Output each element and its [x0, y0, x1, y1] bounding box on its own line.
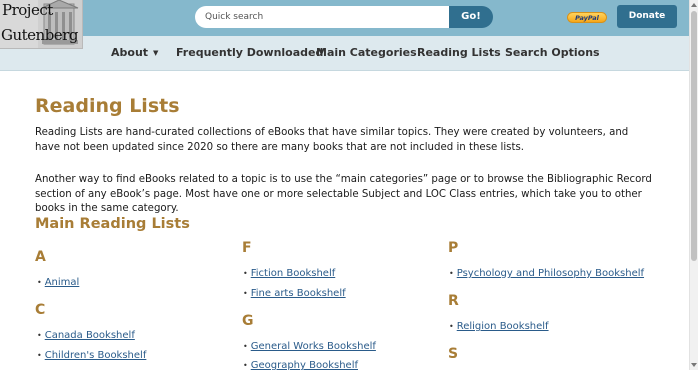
project-gutenberg-logo[interactable]: Project Gutenberg [0, 0, 83, 49]
info-paragraph: Another way to find eBooks related to a … [35, 174, 652, 215]
nav-item-about-label: About [111, 46, 149, 59]
bookshelf-link-fine-arts[interactable]: Fine arts Bookshelf [251, 288, 346, 299]
scroll-up-arrow-icon[interactable] [691, 3, 697, 7]
logo-text-gutenberg: Gutenberg [1, 26, 78, 44]
bullet: • [449, 322, 454, 331]
main-navigation: About ▼ Frequently Downloaded Main Catego… [0, 36, 689, 71]
list-item: • Fine arts Bookshelf [243, 287, 346, 301]
nav-item-about[interactable]: About ▼ [111, 36, 158, 70]
scrollbar-thumb[interactable] [691, 11, 697, 261]
list-item: • Fiction Bookshelf [243, 267, 335, 281]
bullet: • [243, 269, 248, 278]
bookshelf-link-animal[interactable]: Animal [45, 277, 80, 288]
letter-heading-s: S [448, 346, 459, 362]
nav-item-search-options[interactable]: Search Options [505, 36, 600, 70]
letter-heading-a: A [35, 249, 46, 265]
main-content: Reading Lists [35, 94, 655, 118]
bullet: • [243, 289, 248, 298]
section-title-main-reading-lists: Main Reading Lists [35, 216, 190, 232]
bullet: • [37, 331, 42, 340]
list-item: • Canada Bookshelf [37, 329, 135, 343]
list-item: • Religion Bookshelf [449, 320, 549, 334]
bullet: • [243, 361, 248, 370]
bullet: • [449, 269, 454, 278]
vertical-scrollbar[interactable] [689, 0, 698, 370]
bookshelf-link-fiction[interactable]: Fiction Bookshelf [251, 268, 336, 279]
bookshelf-link-general-works[interactable]: General Works Bookshelf [251, 341, 376, 352]
list-item: • Children's Bookshelf [37, 349, 146, 363]
bookshelf-link-psychology-philosophy[interactable]: Psychology and Philosophy Bookshelf [457, 268, 644, 279]
nav-item-main-categories[interactable]: Main Categories [316, 36, 417, 70]
nav-item-reading-lists[interactable]: Reading Lists [417, 36, 501, 70]
nav-item-frequently-downloaded[interactable]: Frequently Downloaded [176, 36, 323, 70]
bookshelf-link-childrens[interactable]: Children's Bookshelf [45, 350, 147, 361]
letter-heading-g: G [242, 313, 254, 329]
list-item: • Psychology and Philosophy Bookshelf [449, 267, 644, 281]
search-go-button[interactable]: Go! [449, 6, 493, 28]
letter-heading-r: R [448, 293, 459, 309]
list-item: • General Works Bookshelf [243, 340, 376, 354]
donate-button[interactable]: Donate [617, 5, 677, 28]
bookshelf-link-religion[interactable]: Religion Bookshelf [457, 321, 549, 332]
bookshelf-link-geography[interactable]: Geography Bookshelf [251, 360, 358, 371]
bullet: • [37, 278, 42, 287]
caret-down-icon: ▼ [153, 49, 159, 57]
letter-heading-p: P [448, 240, 459, 256]
letter-heading-c: C [35, 302, 46, 318]
quick-search-input[interactable] [195, 6, 450, 28]
page-title: Reading Lists [35, 95, 180, 117]
logo-text-project: Project [2, 1, 53, 19]
list-item: • Geography Bookshelf [243, 359, 358, 373]
bookshelf-link-canada[interactable]: Canada Bookshelf [45, 330, 135, 341]
paypal-button[interactable]: PayPal [567, 12, 607, 23]
intro-paragraph: Reading Lists are hand-curated collectio… [35, 127, 629, 153]
list-item: • Animal [37, 276, 79, 290]
bullet: • [37, 351, 42, 360]
scroll-down-arrow-icon[interactable] [691, 363, 697, 367]
bullet: • [243, 342, 248, 351]
letter-heading-f: F [242, 240, 252, 256]
